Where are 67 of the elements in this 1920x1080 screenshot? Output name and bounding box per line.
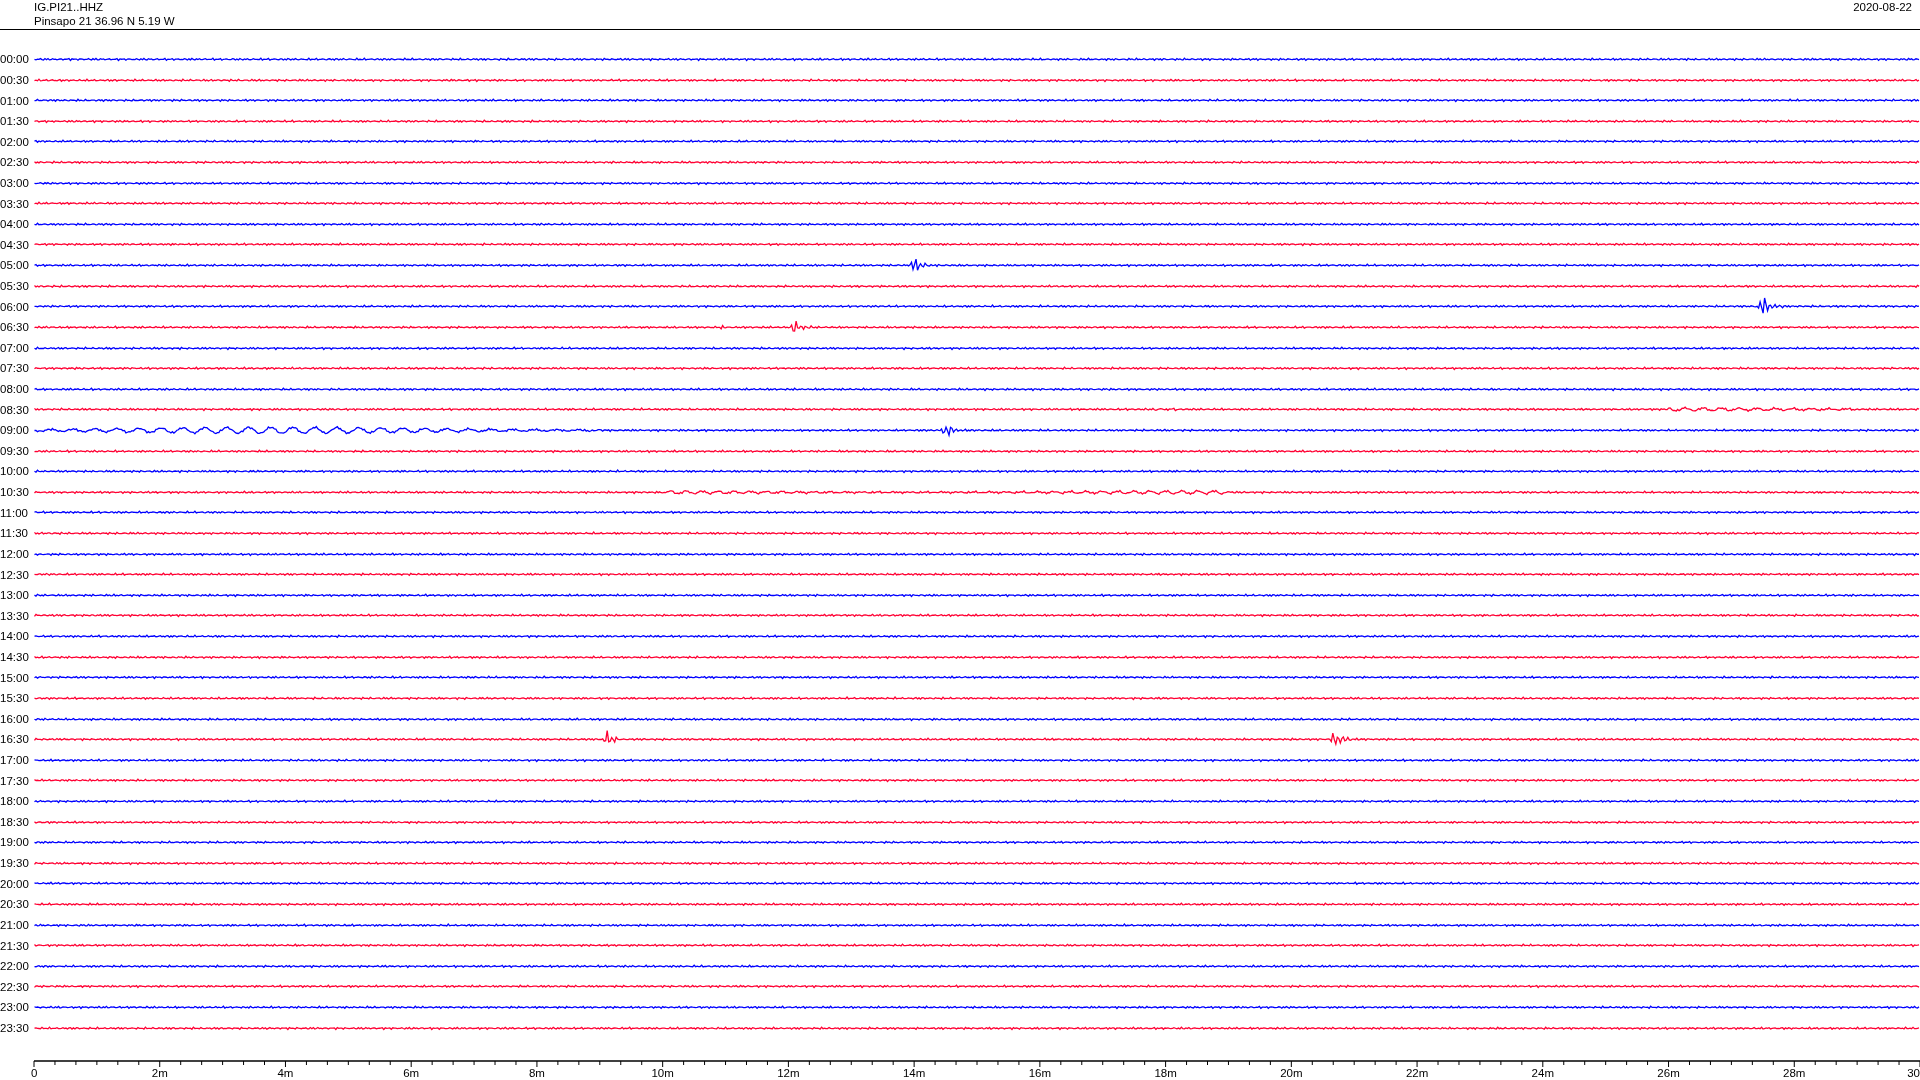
time-label: 20:00	[0, 877, 30, 890]
axis-label: 28m	[1783, 1066, 1806, 1079]
axis-label: 2m	[151, 1066, 168, 1079]
time-label: 11:00	[0, 506, 29, 519]
axis-label: 30	[1907, 1066, 1920, 1079]
time-label: 14:30	[0, 650, 30, 663]
time-label: 18:30	[0, 815, 30, 828]
axis-label: 8m	[528, 1066, 545, 1079]
time-label: 21:00	[0, 918, 30, 931]
axis-label: 4m	[277, 1066, 294, 1079]
time-label: 03:00	[0, 176, 30, 189]
axis-label: 14m	[902, 1066, 926, 1079]
time-label: 21:30	[0, 939, 30, 952]
axis-label: 12m	[777, 1066, 800, 1079]
time-label: 12:30	[0, 568, 30, 581]
time-label: 11:30	[0, 527, 29, 540]
axis-label: 16m	[1028, 1066, 1052, 1079]
time-label: 04:30	[0, 238, 30, 251]
time-label: 17:30	[0, 774, 30, 787]
time-label: 16:00	[0, 712, 30, 725]
time-label: 10:30	[0, 486, 30, 499]
time-label: 13:30	[0, 609, 30, 622]
time-label: 05:00	[0, 259, 30, 272]
time-label: 05:30	[0, 280, 30, 292]
time-label: 04:00	[0, 218, 30, 231]
time-label: 22:00	[0, 960, 30, 973]
time-label: 23:30	[0, 1021, 30, 1034]
time-label: 02:30	[0, 156, 30, 169]
time-label: 19:00	[0, 836, 30, 849]
time-label: 20:30	[0, 898, 30, 911]
time-label: 15:30	[0, 692, 30, 705]
time-label: 17:00	[0, 754, 30, 766]
time-label: 13:00	[0, 589, 30, 602]
time-label: 08:30	[0, 403, 30, 416]
time-label: 06:00	[0, 300, 30, 313]
time-label: 09:30	[0, 444, 30, 457]
axis-label: 24m	[1531, 1066, 1554, 1079]
axis-label: 10m	[651, 1066, 674, 1079]
axis-label: 6m	[403, 1066, 420, 1079]
axis-label: 26m	[1657, 1066, 1680, 1079]
time-label: 22:30	[0, 980, 30, 993]
date-label: 2020-08-22	[1853, 0, 1912, 15]
axis-label: 18m	[1154, 1066, 1177, 1079]
time-label: 07:00	[0, 341, 30, 354]
time-label: 08:00	[0, 383, 30, 396]
time-label: 15:00	[0, 671, 30, 684]
time-label: 02:00	[0, 135, 30, 148]
time-label: 00:30	[0, 73, 30, 86]
axis-label: 0	[31, 1066, 38, 1079]
time-label: 19:30	[0, 857, 30, 870]
time-label: 23:00	[0, 1001, 30, 1014]
station-location: Pinsapo 21 36.96 N 5.19 W	[34, 14, 175, 28]
time-label: 00:00	[0, 53, 30, 66]
time-label: 01:30	[0, 115, 30, 128]
time-label: 14:00	[0, 630, 30, 643]
time-label: 01:00	[0, 94, 30, 107]
time-label: 07:30	[0, 362, 30, 375]
time-label: 18:00	[0, 795, 30, 808]
time-label: 10:00	[0, 465, 30, 478]
axis-label: 22m	[1405, 1066, 1429, 1079]
time-label: 16:30	[0, 733, 30, 746]
axis-label: 20m	[1280, 1066, 1303, 1079]
station-code: IG.PI21..HHZ	[34, 0, 105, 14]
time-label: 12:00	[0, 547, 30, 560]
time-label: 03:30	[0, 197, 30, 210]
time-label: 06:30	[0, 321, 30, 334]
time-label: 09:00	[0, 424, 30, 437]
